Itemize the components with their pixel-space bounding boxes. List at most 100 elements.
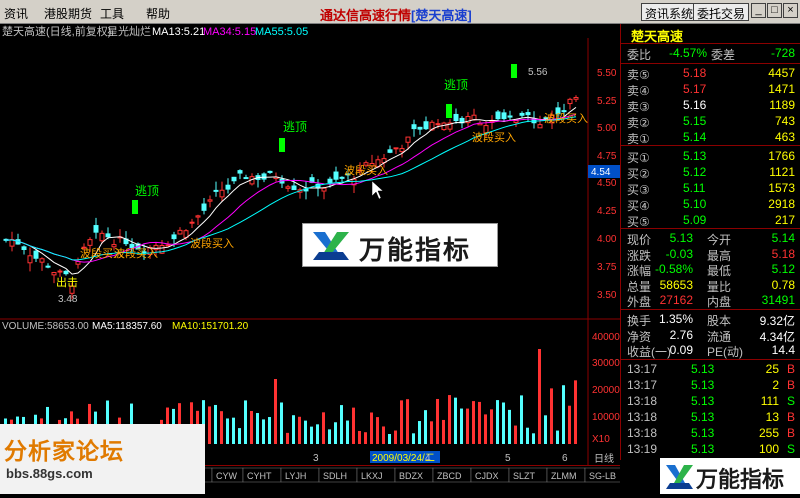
stat-label: 收益(一) xyxy=(627,345,671,359)
trade-button[interactable]: 委托交易 xyxy=(693,3,750,21)
sell-volume: 743 xyxy=(774,114,795,128)
quote-stat-row: 涨跌 -0.03 最高 5.18 xyxy=(621,247,800,263)
stat-value: 14.4 xyxy=(771,343,795,357)
stat-value: 58653 xyxy=(659,277,693,292)
month-tick: 4 xyxy=(425,453,431,464)
top-signal-label: 逃顶 xyxy=(135,184,159,198)
candle xyxy=(537,124,543,129)
price-tick: 3.50 xyxy=(597,290,617,301)
indicator-tab-label[interactable]: CYW xyxy=(216,471,238,481)
volume-bar xyxy=(460,408,463,444)
stock-code-row xyxy=(621,26,800,41)
volume-bar xyxy=(280,402,283,444)
sell-price: 5.16 xyxy=(683,98,707,112)
menu-item-news[interactable]: 资讯 xyxy=(4,5,28,22)
indicator-tab-label[interactable]: CJDX xyxy=(475,471,499,481)
buy-volume: 1573 xyxy=(768,181,795,195)
buy-price: 5.12 xyxy=(683,165,707,179)
volume-bar xyxy=(496,400,499,444)
buy-level-label: 买① xyxy=(627,151,650,165)
tick-row: 13:17 5.13 2 B xyxy=(621,378,800,393)
price-tick: 4.00 xyxy=(597,234,617,245)
indicator-tab-label[interactable]: ZBCD xyxy=(437,471,462,481)
minimize-icon[interactable]: _ xyxy=(751,3,766,18)
indicator-tab-label[interactable]: SLZT xyxy=(513,471,536,481)
indicator-tab-label[interactable]: SDLH xyxy=(323,471,347,481)
buy-signal-label: 波段买入 xyxy=(544,111,588,125)
volume-tick: 40000 xyxy=(592,332,620,343)
candle xyxy=(291,185,297,191)
sell-level-row: 卖② 5.15 743 xyxy=(621,114,800,130)
maximize-icon[interactable]: □ xyxy=(767,3,782,18)
tick-price: 5.13 xyxy=(691,442,715,456)
volume-bar xyxy=(346,420,349,444)
sell-level-label: 卖④ xyxy=(627,84,650,98)
forum-title: 分析家论坛 xyxy=(4,438,124,464)
sell-level-label: 卖② xyxy=(627,116,650,130)
sell-volume: 1189 xyxy=(769,98,795,112)
candle xyxy=(87,239,93,246)
stat-label: 内盘 xyxy=(707,295,732,309)
candle xyxy=(33,250,39,259)
volume-bar xyxy=(424,410,427,444)
volume-bar xyxy=(238,428,241,444)
top-signal-bar xyxy=(511,64,517,78)
high-price-label: 5.56 xyxy=(528,67,548,78)
volume-bar xyxy=(568,405,571,444)
indicator-tab-label[interactable]: BDZX xyxy=(399,471,423,481)
candle xyxy=(237,170,243,174)
tick-direction: S xyxy=(786,442,795,456)
stat-value: 5.13 xyxy=(669,231,693,245)
ma55-label: MA55:5.05 xyxy=(255,26,308,38)
tick-time: 13:18 xyxy=(627,394,658,408)
volume-bar xyxy=(448,395,451,444)
volume-bar xyxy=(292,415,295,444)
menu-item-hk-futures[interactable]: 港股期货 xyxy=(44,5,92,22)
candle xyxy=(399,148,405,153)
volume-bar xyxy=(406,399,409,444)
tick-volume: 25 xyxy=(765,362,779,376)
info-system-button[interactable]: 资讯系统 xyxy=(641,3,698,21)
quote-stat-row: 换手 1.35% 股本 9.32亿 xyxy=(621,312,800,328)
volume-bar xyxy=(244,400,247,444)
indicator-tab-label[interactable]: SG-LB xyxy=(589,471,616,481)
price-tick: 4.25 xyxy=(597,206,617,217)
candle xyxy=(177,229,183,235)
tick-time: 13:19 xyxy=(627,442,658,456)
stat-value: -0.58% xyxy=(654,262,693,276)
stat-value: 1.35% xyxy=(658,312,693,326)
volume-bar xyxy=(334,422,337,444)
candle xyxy=(513,120,519,123)
indicator-tab-label[interactable]: ZLMM xyxy=(551,471,577,481)
candle xyxy=(213,189,219,192)
candle xyxy=(219,189,225,198)
top-signal-label: 逃顶 xyxy=(444,78,468,92)
menu-item-help[interactable]: 帮助 xyxy=(146,5,170,22)
quote-stat-row: 收益(一) 0.09 PE(动) 14.4 xyxy=(621,343,800,359)
weibi-label: 委比 xyxy=(627,48,652,62)
stat-label: 净资 xyxy=(627,329,652,344)
indicator-tab-label[interactable]: LYJH xyxy=(285,471,306,481)
buy-volume: 1766 xyxy=(768,149,795,163)
candle xyxy=(285,186,291,189)
volume-label: VOLUME:58653.00 xyxy=(2,321,89,332)
tick-direction: S xyxy=(786,394,795,408)
buy-level-row: 买③ 5.11 1573 xyxy=(621,181,800,197)
forum-logo: 分析家论坛 bbs.88gs.com xyxy=(0,424,205,494)
candle xyxy=(393,147,399,150)
indicator-tab-label[interactable]: CYHT xyxy=(247,471,272,481)
stat-label: PE(动) xyxy=(707,345,744,359)
close-icon[interactable]: × xyxy=(783,3,798,18)
volume-ma10-label: MA10:151701.20 xyxy=(172,321,249,332)
tick-volume: 100 xyxy=(758,442,779,456)
buy-level-label: 买③ xyxy=(627,183,650,197)
menu-item-tools[interactable]: 工具 xyxy=(100,5,124,22)
buy-level-row: 买① 5.13 1766 xyxy=(621,149,800,165)
tick-volume: 13 xyxy=(765,410,779,424)
volume-bar xyxy=(376,417,379,444)
stat-value: 4.34亿 xyxy=(759,329,795,344)
candle xyxy=(423,121,429,130)
volume-bar xyxy=(226,418,229,444)
indicator-tab-label[interactable]: LKXJ xyxy=(361,471,383,481)
volume-bar xyxy=(538,349,541,444)
